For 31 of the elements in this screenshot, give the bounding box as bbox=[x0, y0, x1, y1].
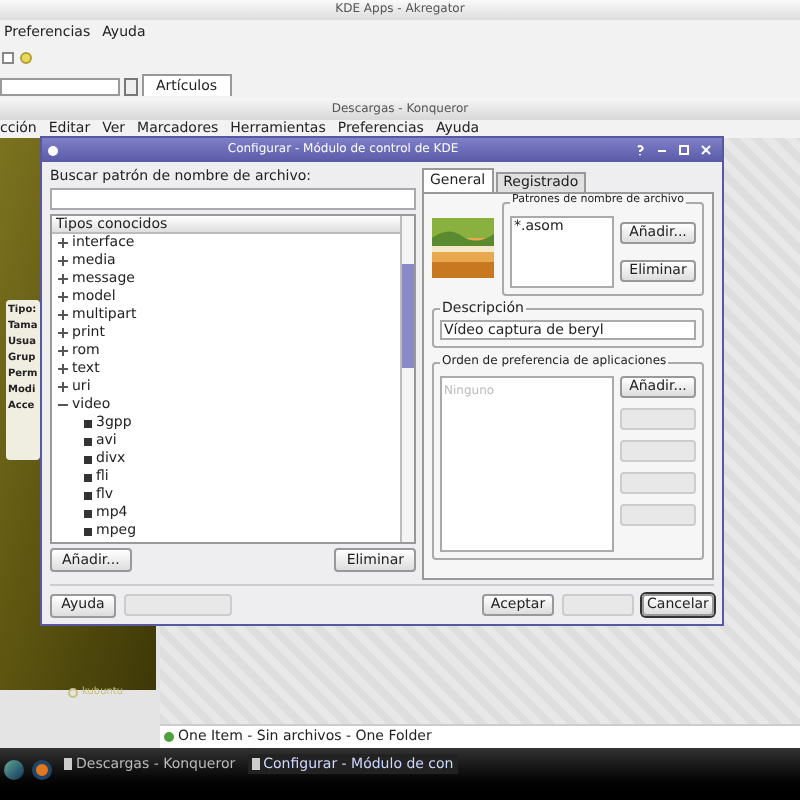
view-icon[interactable] bbox=[2, 52, 14, 64]
status-icon bbox=[164, 732, 174, 742]
minimize-icon[interactable] bbox=[654, 144, 668, 156]
help-icon[interactable] bbox=[632, 144, 646, 156]
expand-icon[interactable] bbox=[58, 274, 68, 284]
expand-icon[interactable] bbox=[58, 292, 68, 302]
expand-icon[interactable] bbox=[58, 256, 68, 266]
expand-icon[interactable] bbox=[58, 310, 68, 320]
collapse-icon[interactable] bbox=[58, 400, 68, 410]
file-icon bbox=[84, 491, 92, 499]
file-icon bbox=[84, 473, 92, 481]
file-icon bbox=[84, 527, 92, 535]
expand-icon[interactable] bbox=[58, 382, 68, 392]
scroll-up-icon[interactable] bbox=[124, 78, 138, 96]
globe-icon[interactable] bbox=[4, 760, 24, 780]
file-icon bbox=[84, 455, 92, 463]
file-icon bbox=[84, 419, 92, 427]
expand-icon[interactable] bbox=[58, 328, 68, 338]
close-icon[interactable] bbox=[698, 144, 712, 156]
expand-icon[interactable] bbox=[58, 346, 68, 356]
file-icon bbox=[84, 437, 92, 445]
scrollbar[interactable] bbox=[400, 216, 414, 542]
expand-icon[interactable] bbox=[58, 238, 68, 248]
app-icon[interactable] bbox=[32, 760, 52, 780]
maximize-icon[interactable] bbox=[676, 144, 690, 156]
search-field[interactable] bbox=[50, 188, 416, 210]
logo-icon bbox=[68, 688, 78, 698]
search-field[interactable] bbox=[0, 78, 120, 96]
file-icon bbox=[84, 509, 92, 517]
window-icon bbox=[48, 145, 58, 155]
expand-icon[interactable] bbox=[58, 364, 68, 374]
